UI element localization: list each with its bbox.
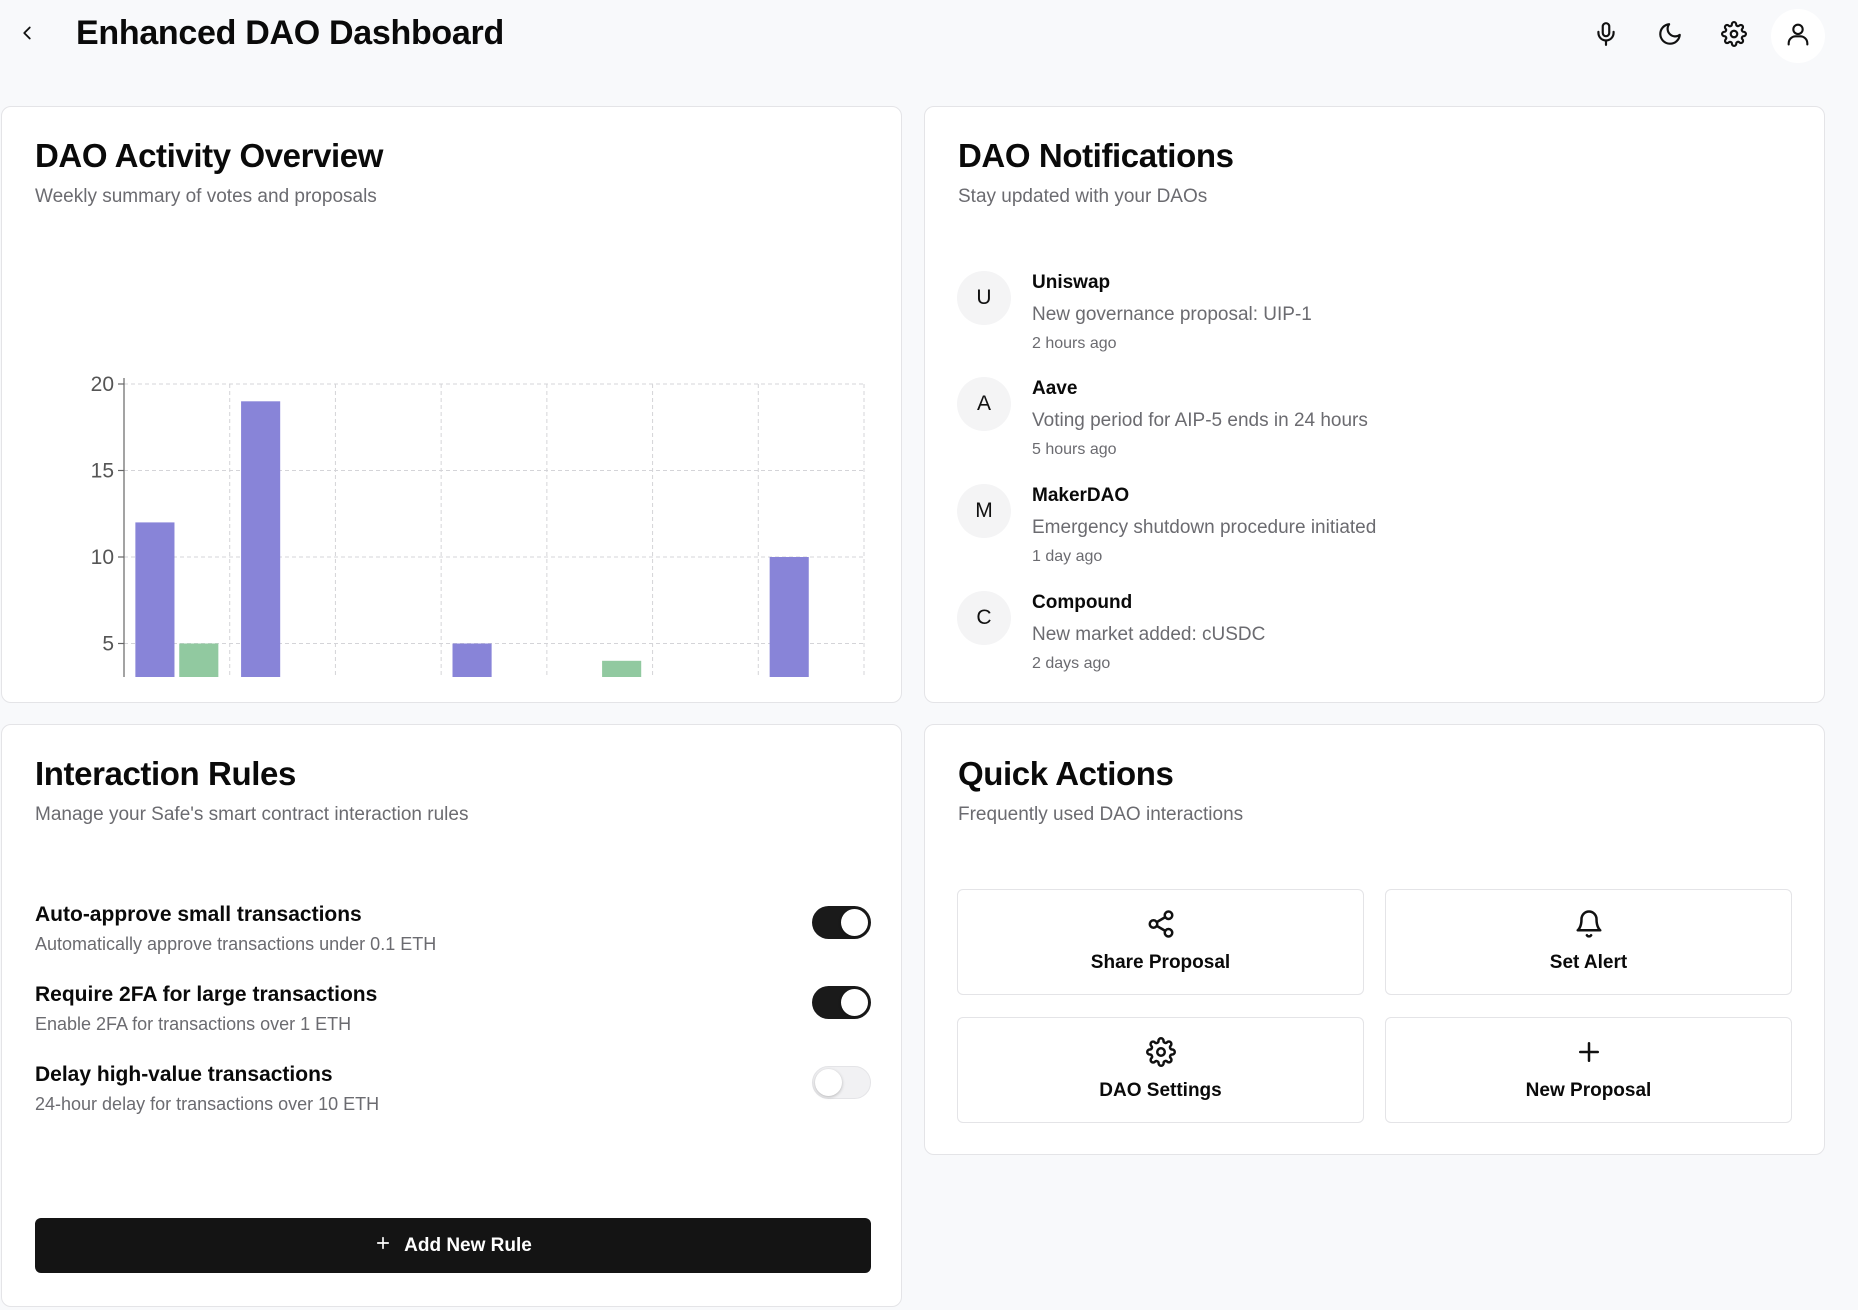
interaction-rules-card: Interaction Rules Manage your Safe's sma… [1, 724, 902, 1307]
gear-icon [1145, 1036, 1177, 1068]
y-tick-label: 5 [102, 633, 114, 656]
notification-message: New market added: cUSDC [1032, 624, 1266, 645]
quick-actions-subtitle: Frequently used DAO interactions [958, 804, 1244, 825]
chevron-left-icon [16, 22, 38, 49]
activity-card: DAO Activity Overview Weekly summary of … [1, 106, 902, 703]
new-proposal-label: New Proposal [1525, 1080, 1652, 1101]
rule-description: Automatically approve transactions under… [35, 934, 437, 954]
notification-item[interactable]: A Aave Voting period for AIP-5 ends in 2… [957, 377, 1777, 477]
notification-item[interactable]: U Uniswap New governance proposal: UIP-1… [957, 271, 1777, 371]
notification-avatar: M [957, 484, 1011, 538]
rule-description: 24-hour delay for transactions over 10 E… [35, 1094, 380, 1114]
new-proposal-button[interactable]: New Proposal [1385, 1017, 1792, 1123]
notification-message: New governance proposal: UIP-1 [1032, 304, 1312, 325]
notification-time: 2 hours ago [1032, 335, 1117, 352]
rule-title: Require 2FA for large transactions [35, 983, 378, 1006]
y-tick-label: 15 [91, 460, 114, 483]
rule-item: Require 2FA for large transactions Enabl… [35, 983, 875, 1053]
top-bar: Enhanced DAO Dashboard [0, 0, 1858, 72]
rule-description: Enable 2FA for transactions over 1 ETH [35, 1014, 352, 1034]
notification-time: 1 day ago [1032, 548, 1103, 565]
bar [179, 643, 219, 677]
plus-icon [1573, 1036, 1605, 1068]
bar [241, 401, 281, 677]
add-rule-label: Add New Rule [404, 1234, 532, 1256]
share-icon [1145, 908, 1177, 940]
rules-title: Interaction Rules [35, 755, 296, 792]
plus-icon [374, 1234, 392, 1258]
share-proposal-label: Share Proposal [1090, 952, 1231, 973]
notifications-subtitle: Stay updated with your DAOs [958, 186, 1208, 207]
gear-icon [1721, 20, 1747, 52]
voice-button[interactable] [1588, 18, 1624, 54]
moon-icon [1657, 21, 1683, 52]
microphone-icon [1593, 21, 1619, 52]
bar [602, 660, 642, 677]
activity-title: DAO Activity Overview [35, 137, 384, 174]
notification-avatar: U [957, 271, 1011, 325]
rule-item: Auto-approve small transactions Automati… [35, 903, 875, 973]
notification-dao-name: Aave [1032, 378, 1078, 399]
bell-icon [1573, 908, 1605, 940]
rules-subtitle: Manage your Safe's smart contract intera… [35, 804, 469, 825]
add-rule-button[interactable]: Add New Rule [35, 1218, 871, 1273]
activity-bar-chart: 05101520MonTueWedThuFriSatSun [91, 373, 865, 677]
toggle-knob [815, 1069, 842, 1096]
bar [769, 557, 809, 677]
user-icon [1784, 20, 1812, 53]
rule-toggle[interactable] [812, 986, 871, 1019]
notification-avatar: C [957, 591, 1011, 645]
dao-settings-button[interactable]: DAO Settings [957, 1017, 1364, 1123]
notification-dao-name: Uniswap [1032, 272, 1111, 293]
activity-subtitle: Weekly summary of votes and proposals [35, 186, 377, 207]
quick-actions-title: Quick Actions [958, 755, 1174, 792]
notification-message: Voting period for AIP-5 ends in 24 hours [1032, 410, 1368, 431]
share-proposal-button[interactable]: Share Proposal [957, 889, 1364, 995]
y-tick-label: 20 [91, 373, 114, 396]
notification-message: Emergency shutdown procedure initiated [1032, 517, 1377, 538]
notification-item[interactable]: M MakerDAO Emergency shutdown procedure … [957, 484, 1777, 584]
notification-avatar: A [957, 377, 1011, 431]
rule-title: Delay high-value transactions [35, 1063, 333, 1086]
user-menu-button[interactable] [1771, 9, 1825, 63]
bar [452, 643, 492, 677]
dao-settings-label: DAO Settings [1099, 1080, 1222, 1101]
toggle-knob [841, 909, 868, 936]
notification-time: 5 hours ago [1032, 441, 1117, 458]
notification-dao-name: Compound [1032, 592, 1133, 613]
rule-title: Auto-approve small transactions [35, 903, 362, 926]
rule-toggle[interactable] [812, 1066, 871, 1099]
back-button[interactable] [14, 22, 40, 48]
bar [135, 522, 175, 677]
theme-toggle-button[interactable] [1652, 18, 1688, 54]
page-title: Enhanced DAO Dashboard [76, 14, 504, 52]
set-alert-button[interactable]: Set Alert [1385, 889, 1792, 995]
notification-item[interactable]: C Compound New market added: cUSDC 2 day… [957, 591, 1777, 691]
notification-time: 2 days ago [1032, 655, 1111, 672]
notification-dao-name: MakerDAO [1032, 485, 1130, 506]
toggle-knob [841, 989, 868, 1016]
notifications-title: DAO Notifications [958, 137, 1234, 174]
y-tick-label: 10 [91, 546, 114, 569]
notifications-card: DAO Notifications Stay updated with your… [924, 106, 1825, 703]
rule-item: Delay high-value transactions 24-hour de… [35, 1063, 875, 1133]
set-alert-label: Set Alert [1549, 952, 1628, 973]
settings-button[interactable] [1716, 18, 1752, 54]
rule-toggle[interactable] [812, 906, 871, 939]
quick-actions-card: Quick Actions Frequently used DAO intera… [924, 724, 1825, 1155]
